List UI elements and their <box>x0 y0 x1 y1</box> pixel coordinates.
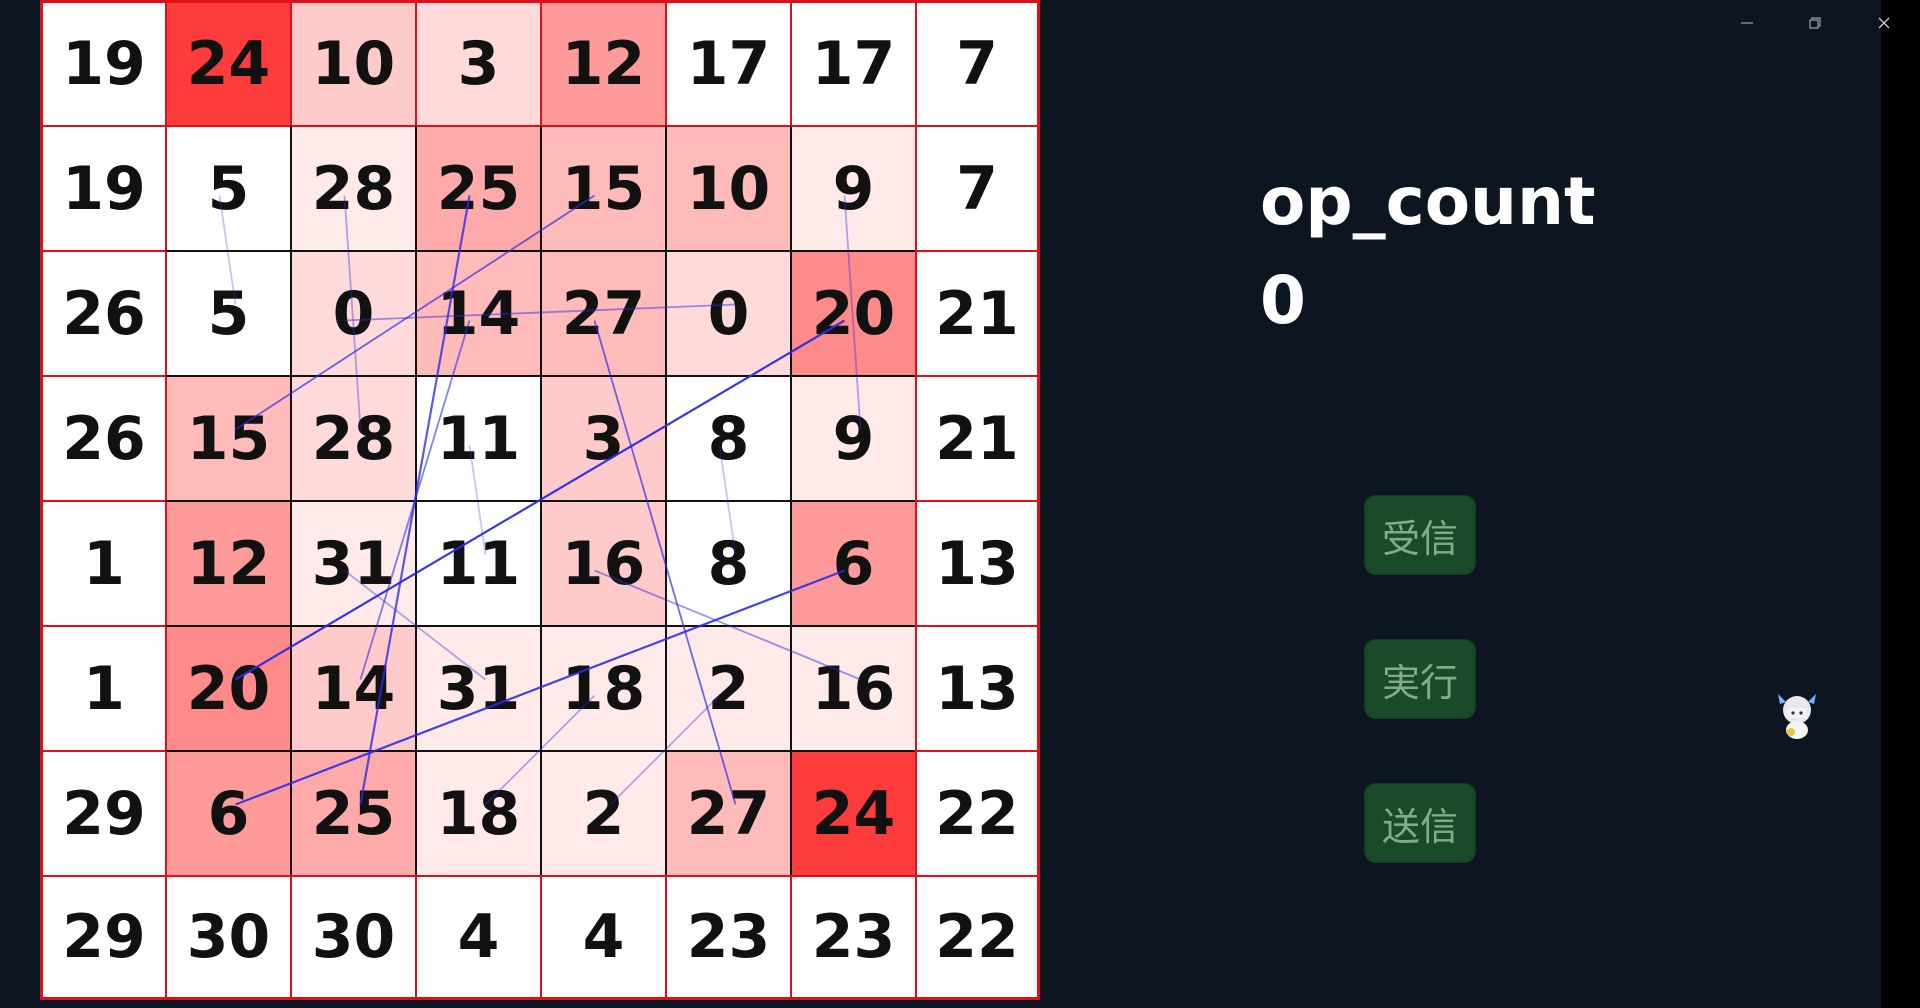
grid-cell[interactable]: 22 <box>915 875 1040 1000</box>
app-window: 19 24 10 3 12 17 17 7 19 5 28 25 15 10 9 7 26 5 0 14 27 0 20 21… <box>0 0 1890 1008</box>
grid-cell[interactable]: 3 <box>540 375 665 500</box>
mascot-icon <box>1778 694 1816 739</box>
grid-cell[interactable]: 30 <box>165 875 290 1000</box>
grid-cell[interactable]: 7 <box>915 0 1040 125</box>
grid-cell[interactable]: 5 <box>165 250 290 375</box>
grid-cell[interactable]: 13 <box>915 500 1040 625</box>
grid-cell[interactable]: 2 <box>540 750 665 875</box>
minimize-icon[interactable] <box>1727 8 1767 38</box>
grid-cell[interactable]: 0 <box>665 250 790 375</box>
grid-cell[interactable]: 2 <box>665 625 790 750</box>
grid-cell[interactable]: 11 <box>415 375 540 500</box>
grid-cell[interactable]: 4 <box>415 875 540 1000</box>
grid-cell[interactable]: 14 <box>415 250 540 375</box>
grid-cell[interactable]: 31 <box>290 500 415 625</box>
grid-cell[interactable]: 3 <box>415 0 540 125</box>
grid-cell[interactable]: 16 <box>540 500 665 625</box>
grid-cell[interactable]: 19 <box>40 125 165 250</box>
grid-cell[interactable]: 28 <box>290 125 415 250</box>
number-grid: 19 24 10 3 12 17 17 7 19 5 28 25 15 10 9 7 26 5 0 14 27 0 20 21… <box>40 0 1040 1000</box>
grid-cell[interactable]: 28 <box>290 375 415 500</box>
grid-cell[interactable]: 25 <box>290 750 415 875</box>
grid-cell[interactable]: 9 <box>790 125 915 250</box>
grid-cell[interactable]: 11 <box>415 500 540 625</box>
grid-cell[interactable]: 21 <box>915 250 1040 375</box>
grid-cell[interactable]: 1 <box>40 500 165 625</box>
close-icon[interactable] <box>1864 8 1904 38</box>
grid-cell[interactable]: 18 <box>540 625 665 750</box>
op-count-value: 0 <box>1260 262 1306 339</box>
grid-cell[interactable]: 24 <box>790 750 915 875</box>
grid-cell[interactable]: 20 <box>790 250 915 375</box>
grid-cell[interactable]: 19 <box>40 0 165 125</box>
grid-cell[interactable]: 12 <box>165 500 290 625</box>
grid-cell[interactable]: 24 <box>165 0 290 125</box>
grid-cell[interactable]: 10 <box>665 125 790 250</box>
op-count-label: op_count <box>1260 163 1596 240</box>
grid-cell[interactable]: 7 <box>915 125 1040 250</box>
grid-cell[interactable]: 15 <box>165 375 290 500</box>
grid-cell[interactable]: 4 <box>540 875 665 1000</box>
grid-cell[interactable]: 0 <box>290 250 415 375</box>
grid-cell[interactable]: 6 <box>790 500 915 625</box>
grid-cell[interactable]: 8 <box>665 500 790 625</box>
grid-cell[interactable]: 22 <box>915 750 1040 875</box>
grid-cell[interactable]: 5 <box>165 125 290 250</box>
restore-icon[interactable] <box>1795 8 1835 38</box>
grid-cell[interactable]: 8 <box>665 375 790 500</box>
grid-cell[interactable]: 18 <box>415 750 540 875</box>
grid-cell[interactable]: 27 <box>540 250 665 375</box>
grid-cell[interactable]: 23 <box>790 875 915 1000</box>
grid-cell[interactable]: 17 <box>665 0 790 125</box>
grid-cell[interactable]: 13 <box>915 625 1040 750</box>
grid-cell[interactable]: 21 <box>915 375 1040 500</box>
grid-cell[interactable]: 26 <box>40 375 165 500</box>
grid-cell[interactable]: 23 <box>665 875 790 1000</box>
grid-cell[interactable]: 29 <box>40 750 165 875</box>
grid-cell[interactable]: 12 <box>540 0 665 125</box>
grid-cell[interactable]: 16 <box>790 625 915 750</box>
grid-cell[interactable]: 1 <box>40 625 165 750</box>
grid-cell[interactable]: 27 <box>665 750 790 875</box>
grid-cell[interactable]: 10 <box>290 0 415 125</box>
grid-cell[interactable]: 30 <box>290 875 415 1000</box>
grid-cell[interactable]: 6 <box>165 750 290 875</box>
grid-cell[interactable]: 31 <box>415 625 540 750</box>
grid-cell[interactable]: 17 <box>790 0 915 125</box>
grid-cell[interactable]: 9 <box>790 375 915 500</box>
grid-cell[interactable]: 26 <box>40 250 165 375</box>
grid-cell[interactable]: 29 <box>40 875 165 1000</box>
send-button[interactable]: 送信 <box>1364 783 1476 863</box>
grid-cell[interactable]: 25 <box>415 125 540 250</box>
execute-button[interactable]: 実行 <box>1364 639 1476 719</box>
grid-cell[interactable]: 15 <box>540 125 665 250</box>
receive-button[interactable]: 受信 <box>1364 495 1476 575</box>
grid-cell[interactable]: 20 <box>165 625 290 750</box>
grid-cell[interactable]: 14 <box>290 625 415 750</box>
